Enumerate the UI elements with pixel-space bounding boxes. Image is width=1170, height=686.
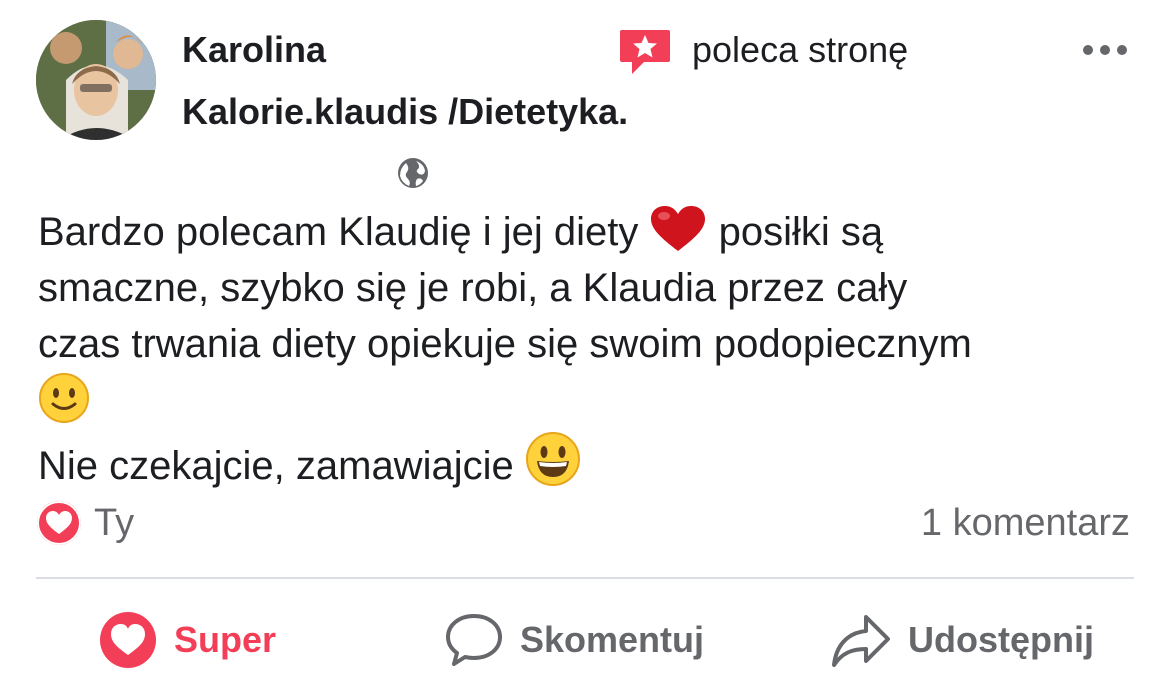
reactions-summary[interactable]: Ty [36,498,134,548]
share-label: Udostępnij [908,619,1094,660]
post-line-1b: posiłki są [718,210,884,254]
globe-icon[interactable] [396,156,430,190]
recommendation-text: poleca stronę [692,29,909,70]
comment-count-link[interactable]: 1 komentarz [921,498,1130,548]
slightly-smiling-emoji [39,373,89,423]
comment-label: Skomentuj [520,619,705,660]
post-line-5: Nie czekajcie, zamawiajcie [38,431,1138,494]
post-text: Bardzo polecam Klaudię i jej diety posił… [38,204,1138,494]
comment-bubble-icon [446,614,502,666]
super-reaction-button[interactable]: Super [98,608,276,672]
red-heart-emoji [651,206,706,251]
love-reaction-icon [100,612,156,668]
super-label: Super [174,619,277,660]
post-line-1a: Bardzo polecam Klaudię i jej diety [38,210,639,254]
recommended-page-link[interactable]: Kalorie.klaudis /Dietetyka. [182,88,628,136]
divider [36,577,1134,579]
recommend-star-bubble-icon [620,30,670,74]
post-line-1: Bardzo polecam Klaudię i jej diety posił… [38,204,1138,260]
post-line-3: czas trwania diety opiekuje się swoim po… [38,322,972,366]
more-options-icon[interactable] [1080,30,1130,70]
post-author[interactable]: Karolina [182,26,326,74]
share-button[interactable]: Udostępnij [830,608,1094,672]
grinning-emoji [525,432,580,486]
post-line-5-text: Nie czekajcie, zamawiajcie [38,444,514,488]
love-reaction-icon [37,501,81,545]
reactor-name: Ty [94,501,135,544]
post-line-4 [38,372,1138,431]
author-name[interactable]: Karolina [182,29,326,70]
post-line-2: smaczne, szybko się je robi, a Klaudia p… [38,266,908,310]
comment-button[interactable]: Skomentuj [444,608,704,672]
share-arrow-icon [832,615,890,667]
author-avatar[interactable] [36,20,156,140]
